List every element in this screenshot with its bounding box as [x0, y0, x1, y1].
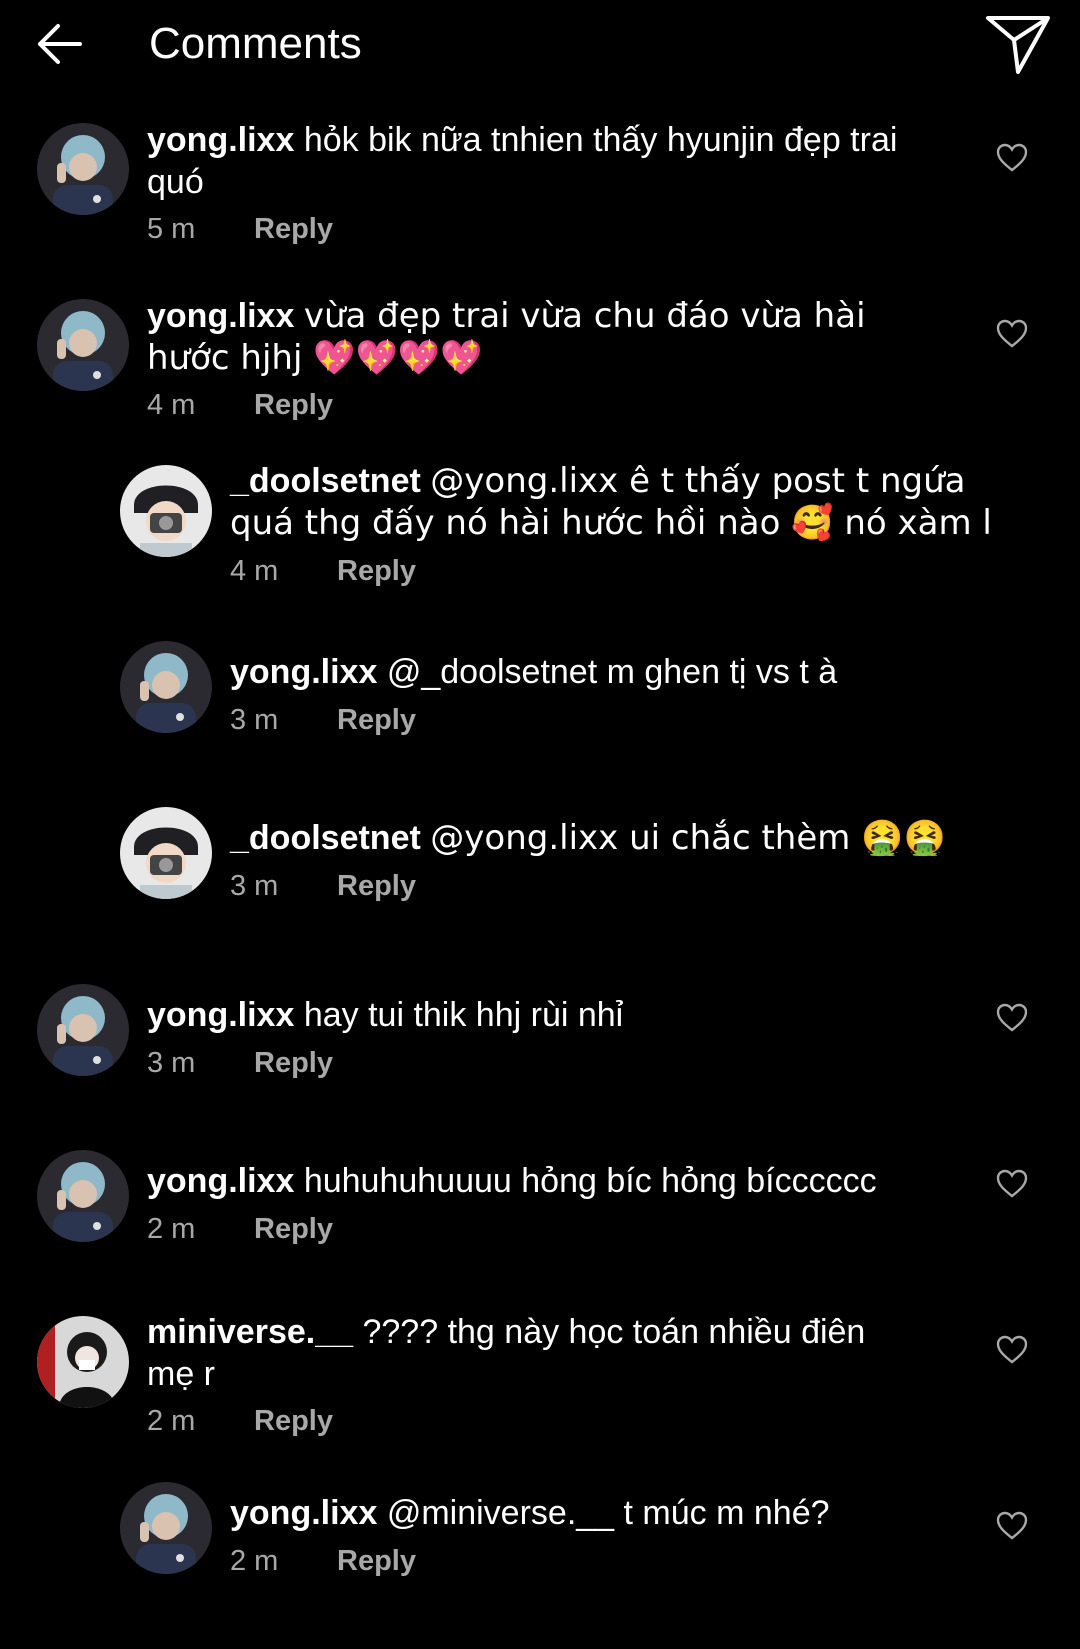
comment-time: 3 m — [230, 704, 279, 736]
comment-username[interactable]: yong.lixx — [147, 1162, 294, 1200]
comment-time: 2 m — [147, 1213, 196, 1245]
header: Comments — [0, 0, 1080, 90]
reply-button[interactable]: Reply — [254, 387, 333, 423]
comment-text: _doolsetnet @yong.lixx ui chắc thèm 🤮🤮 — [230, 817, 1030, 859]
paper-plane-icon[interactable] — [984, 14, 1052, 76]
comment-time: 4 m — [230, 555, 279, 587]
reply-button[interactable]: Reply — [254, 1211, 333, 1247]
page-title: Comments — [149, 19, 362, 68]
reply-button[interactable]: Reply — [337, 702, 416, 738]
comment-username[interactable]: miniverse.__ — [147, 1313, 353, 1351]
comment-body: @_doolsetnet m ghen tị vs t à — [386, 653, 838, 691]
avatar[interactable] — [120, 807, 212, 899]
comment-body: huhuhuhuuuu hỏng bíc hỏng bícccccc — [303, 1162, 877, 1200]
comment-time: 3 m — [147, 1047, 196, 1079]
comment-meta: 4 m Reply — [147, 387, 333, 423]
avatar[interactable] — [37, 984, 129, 1076]
avatar[interactable] — [37, 299, 129, 391]
comment-text: yong.lixx vừa đẹp trai vừa chu đáo vừa h… — [147, 295, 947, 379]
comment-time: 4 m — [147, 389, 196, 421]
comment-text: yong.lixx @miniverse.__ t múc m nhé? — [230, 1492, 970, 1534]
comment-username[interactable]: yong.lixx — [147, 996, 294, 1034]
comment-username[interactable]: yong.lixx — [230, 1494, 377, 1532]
comment-username[interactable]: yong.lixx — [147, 121, 294, 159]
heart-icon[interactable] — [995, 1333, 1029, 1367]
avatar[interactable] — [37, 1316, 129, 1408]
comment-username[interactable]: _doolsetnet — [230, 462, 421, 500]
comment-meta: 4 m Reply — [230, 553, 416, 589]
heart-icon[interactable] — [995, 1509, 1029, 1543]
comment-time: 2 m — [147, 1405, 196, 1437]
comment-time: 5 m — [147, 213, 196, 245]
reply-button[interactable]: Reply — [254, 211, 333, 247]
avatar[interactable] — [37, 1150, 129, 1242]
comment-username[interactable]: yong.lixx — [147, 297, 294, 335]
comment-text: miniverse.__ ???? thg này học toán nhiều… — [147, 1311, 907, 1395]
heart-icon[interactable] — [995, 1167, 1029, 1201]
comment-username[interactable]: yong.lixx — [230, 653, 377, 691]
comment-username[interactable]: _doolsetnet — [230, 819, 421, 857]
comment-meta: 2 m Reply — [230, 1543, 416, 1579]
heart-icon[interactable] — [995, 141, 1029, 175]
reply-button[interactable]: Reply — [337, 868, 416, 904]
reply-button[interactable]: Reply — [337, 1543, 416, 1579]
comment-meta: 3 m Reply — [230, 702, 416, 738]
comment-text: yong.lixx hỏk bik nữa tnhien thấy hyunji… — [147, 119, 907, 203]
avatar[interactable] — [37, 123, 129, 215]
avatar[interactable] — [120, 1482, 212, 1574]
comment-text: _doolsetnet @yong.lixx ê t thấy post t n… — [230, 460, 1030, 544]
comment-meta: 2 m Reply — [147, 1403, 333, 1439]
heart-icon[interactable] — [995, 317, 1029, 351]
comment-body: hay tui thik hhj rùi nhỉ — [303, 996, 624, 1034]
comment-text: yong.lixx huhuhuhuuuu hỏng bíc hỏng bícc… — [147, 1160, 947, 1202]
avatar[interactable] — [120, 465, 212, 557]
arrow-left-icon[interactable] — [34, 20, 84, 68]
comment-meta: 2 m Reply — [147, 1211, 333, 1247]
comment-meta: 5 m Reply — [147, 211, 333, 247]
avatar[interactable] — [120, 641, 212, 733]
comment-body: @miniverse.__ t múc m nhé? — [386, 1494, 830, 1532]
comment-time: 3 m — [230, 870, 279, 902]
comment-body: @yong.lixx ui chắc thèm 🤮🤮 — [430, 818, 946, 858]
comment-meta: 3 m Reply — [147, 1045, 333, 1081]
reply-button[interactable]: Reply — [254, 1045, 333, 1081]
comment-text: yong.lixx @_doolsetnet m ghen tị vs t à — [230, 651, 1030, 693]
comment-text: yong.lixx hay tui thik hhj rùi nhỉ — [147, 994, 947, 1036]
comment-meta: 3 m Reply — [230, 868, 416, 904]
reply-button[interactable]: Reply — [254, 1403, 333, 1439]
heart-icon[interactable] — [995, 1001, 1029, 1035]
reply-button[interactable]: Reply — [337, 553, 416, 589]
comment-time: 2 m — [230, 1545, 279, 1577]
